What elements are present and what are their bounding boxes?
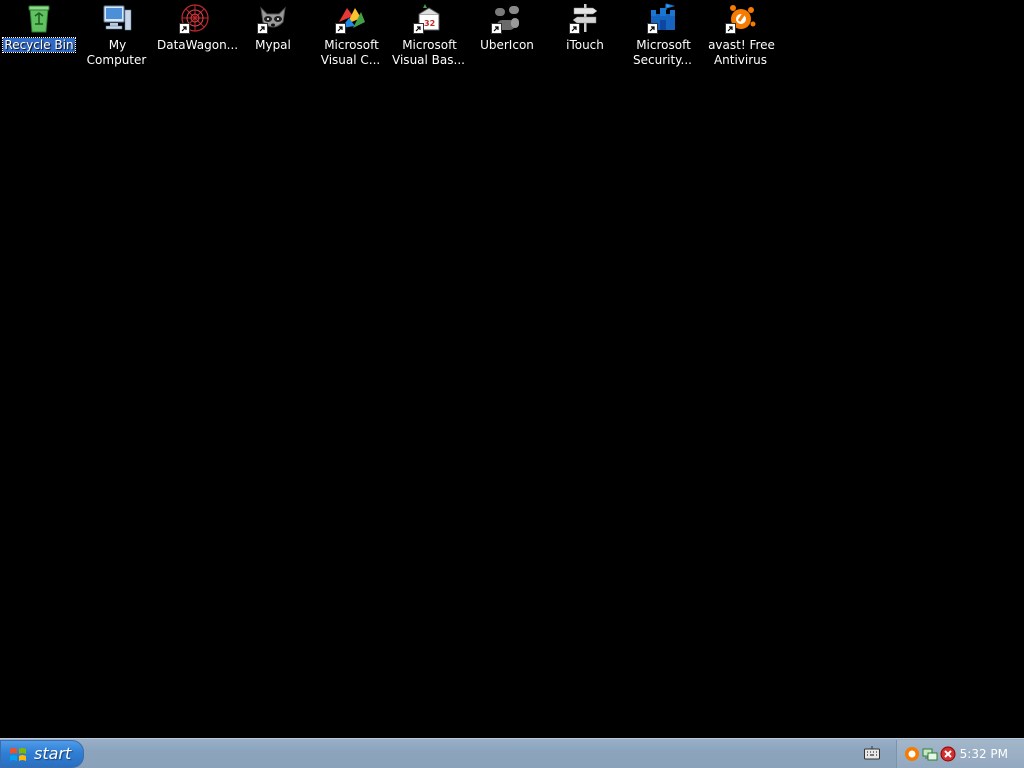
clock[interactable]: 5:32 PM (960, 746, 1008, 762)
shortcut-arrow-icon (257, 23, 268, 34)
desktop-icon-label: avast! Free Antivirus (708, 38, 775, 67)
desktop-icon-label: Recycle Bin (2, 37, 76, 53)
desktop-icon-recycle-bin[interactable]: Recycle Bin (0, 0, 78, 74)
desktop-icon-my-computer[interactable]: My Computer (78, 0, 156, 74)
my-computer-icon (101, 2, 133, 34)
network-tray-icon[interactable] (922, 746, 938, 762)
start-button[interactable]: start (0, 740, 84, 768)
avast-icon (725, 2, 757, 34)
datawagon-icon (179, 2, 211, 34)
system-tray: 5:32 PM (896, 740, 1024, 768)
desktop-icon-label: DataWagon... (157, 38, 239, 52)
svg-text:32: 32 (424, 19, 435, 28)
visual-c-icon (335, 2, 367, 34)
desktop-icon-label: My Computer (86, 38, 147, 67)
desktop-icon-label: Microsoft Security... (632, 38, 692, 67)
mypal-icon (257, 2, 289, 34)
desktop-icon-label: Mypal (255, 38, 291, 52)
desktop-icon-visual-c[interactable]: Microsoft Visual C... (312, 0, 390, 74)
desktop-icon-ubericon[interactable]: UberIcon (468, 0, 546, 74)
avast-tray-icon[interactable] (904, 746, 920, 762)
taskbar: start 5:32 PM (0, 738, 1024, 768)
desktop-icon-label: Microsoft Visual Bas... (392, 38, 465, 67)
visual-basic-icon: 32 (413, 2, 445, 34)
desktop-icon-label: UberIcon (480, 38, 534, 52)
desktop-icon-avast[interactable]: avast! Free Antivirus (702, 0, 780, 74)
desktop-icon-label: iTouch (566, 38, 604, 52)
recycle-bin-icon (23, 2, 55, 34)
shortcut-arrow-icon (413, 23, 424, 34)
shortcut-arrow-icon (179, 23, 190, 34)
keyboard-icon[interactable] (864, 746, 880, 760)
desktop-icon-mypal[interactable]: Mypal (234, 0, 312, 74)
desktop-icon-label: Microsoft Visual C... (320, 38, 381, 67)
shortcut-arrow-icon (647, 23, 658, 34)
shortcut-arrow-icon (491, 23, 502, 34)
shortcut-arrow-icon (335, 23, 346, 34)
windows-flag-icon (9, 746, 27, 764)
desktop-icon-datawagon[interactable]: DataWagon... (156, 0, 238, 74)
security-essentials-icon (647, 2, 679, 34)
ubericon-icon (491, 2, 523, 34)
shortcut-arrow-icon (725, 23, 736, 34)
desktop-icon-itouch[interactable]: iTouch (546, 0, 624, 74)
desktop-icon-security-essentials[interactable]: Microsoft Security... (624, 0, 702, 74)
shortcut-arrow-icon (569, 23, 580, 34)
itouch-icon (569, 2, 601, 34)
desktop-icon-visual-basic[interactable]: 32 Microsoft Visual Bas... (390, 0, 468, 74)
desktop[interactable]: Recycle Bin My Computer DataWagon... Myp… (0, 0, 1024, 738)
start-label: start (34, 744, 72, 763)
security-alert-icon[interactable] (940, 746, 956, 762)
